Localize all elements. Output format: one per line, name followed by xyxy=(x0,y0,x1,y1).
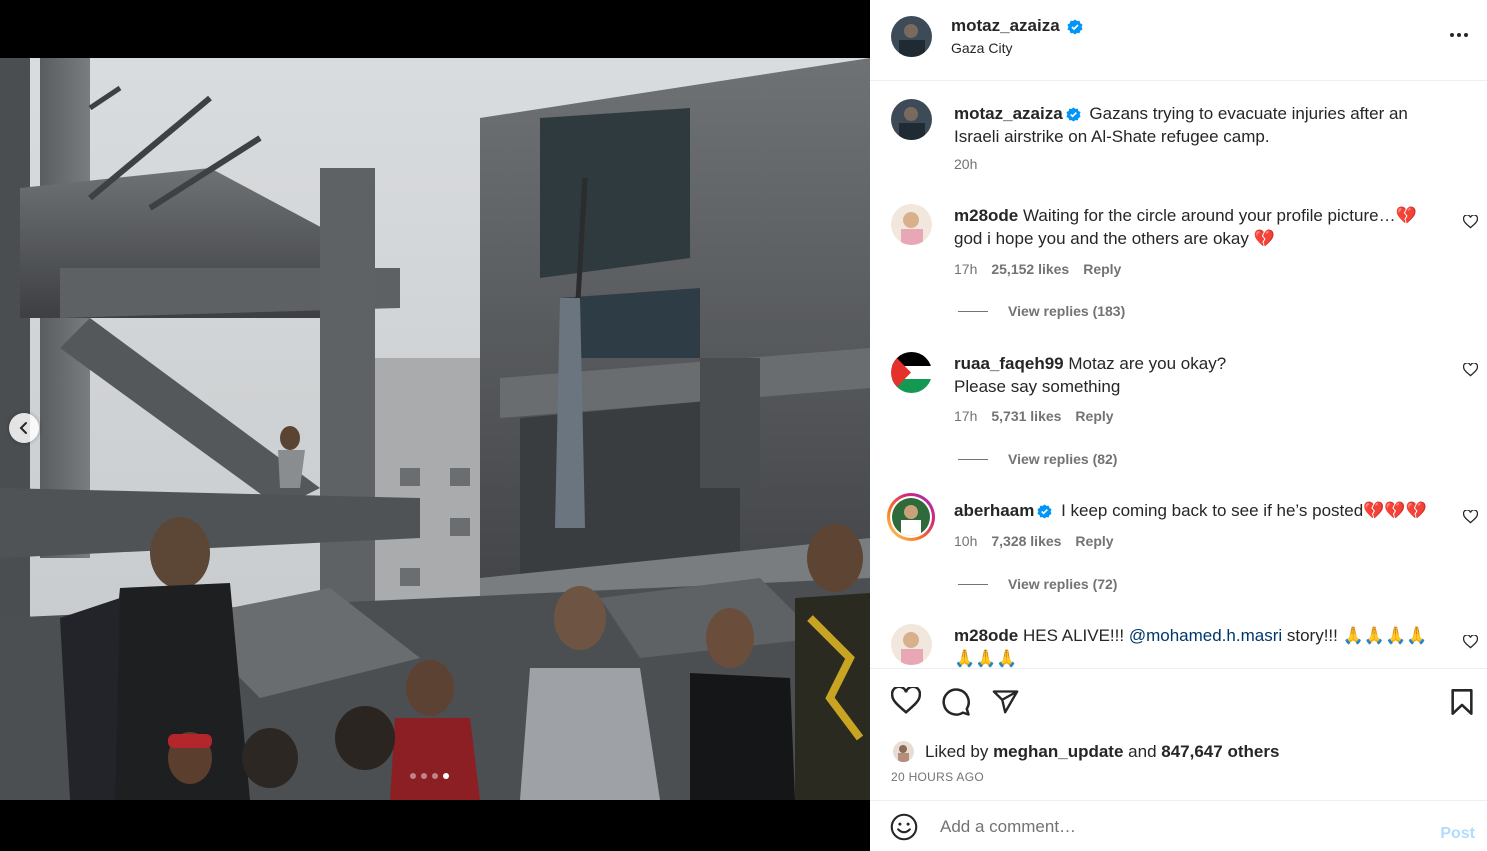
verified-badge-icon xyxy=(1067,19,1083,35)
comment-text-suffix: story!!! 🙏🙏🙏🙏 xyxy=(1286,626,1428,645)
comment-like-heart-icon[interactable] xyxy=(1463,215,1478,229)
comment-username[interactable]: m28ode xyxy=(954,626,1018,645)
carousel-dot-active xyxy=(443,773,449,779)
comment-likes[interactable]: 5,731 likes xyxy=(991,408,1061,424)
comment-text-line2: god i hope you and the others are okay 💔 xyxy=(954,229,1275,248)
caption-username[interactable]: motaz_azaiza xyxy=(954,104,1063,123)
palestine-flag-avatar xyxy=(891,352,932,393)
comment-time[interactable]: 17h xyxy=(954,261,977,277)
post-comment-button[interactable]: Post xyxy=(1440,825,1475,843)
commenter-avatar[interactable] xyxy=(891,352,932,393)
author-avatar[interactable] xyxy=(891,16,932,57)
view-replies-button[interactable]: View replies (183) xyxy=(958,303,1125,319)
comment-like-heart-icon[interactable] xyxy=(1463,635,1478,649)
post-location[interactable]: Gaza City xyxy=(951,40,1012,56)
likes-count[interactable]: 847,647 others xyxy=(1161,742,1279,761)
chevron-left-icon xyxy=(19,422,27,434)
post-header: motaz_azaiza Gaza City xyxy=(870,0,1487,81)
post-photo xyxy=(0,58,870,800)
reply-button[interactable]: Reply xyxy=(1083,261,1121,277)
carousel-dot xyxy=(410,773,416,779)
comment-text: Waiting for the circle around your profi… xyxy=(1022,206,1417,225)
comment-likes[interactable]: 25,152 likes xyxy=(991,261,1069,277)
comment-input[interactable] xyxy=(940,815,1400,839)
view-replies-button[interactable]: View replies (82) xyxy=(958,451,1117,467)
post-media xyxy=(0,0,870,851)
view-replies-button[interactable]: View replies (72) xyxy=(958,576,1117,592)
liker-username[interactable]: meghan_update xyxy=(993,742,1123,761)
bookmark-icon[interactable] xyxy=(1449,688,1475,716)
liker-avatar[interactable] xyxy=(893,741,914,762)
verified-badge-icon xyxy=(1037,504,1052,519)
likes-summary[interactable]: Liked by meghan_update and 847,647 other… xyxy=(925,742,1279,762)
carousel-indicator xyxy=(410,773,449,779)
more-options-icon xyxy=(1450,33,1468,37)
comment-time[interactable]: 17h xyxy=(954,408,977,424)
comment-mention-link[interactable]: @mohamed.h.masri xyxy=(1129,626,1282,645)
comment-icon[interactable] xyxy=(941,687,971,717)
comment-text-line2: 🙏🙏🙏 xyxy=(954,649,1018,668)
post-timestamp[interactable]: 20 HOURS AGO xyxy=(891,770,984,784)
caption-time[interactable]: 20h xyxy=(954,156,977,172)
comment-text: HES ALIVE!!! xyxy=(1022,626,1125,645)
post-side-panel: motaz_azaiza Gaza City motaz_azaiza Gaza… xyxy=(870,0,1487,851)
more-options-button[interactable] xyxy=(1449,27,1469,48)
comment-username[interactable]: m28ode xyxy=(954,206,1018,225)
add-comment-bar: Post xyxy=(870,800,1487,851)
commenter-avatar[interactable] xyxy=(891,624,932,665)
author-username[interactable]: motaz_azaiza xyxy=(951,16,1060,35)
comment-username[interactable]: aberhaam xyxy=(954,501,1034,520)
reply-button[interactable]: Reply xyxy=(1075,408,1113,424)
comment-time[interactable]: 10h xyxy=(954,533,977,549)
comment-text: Motaz are you okay? xyxy=(1068,354,1227,373)
reply-button[interactable]: Reply xyxy=(1075,533,1113,549)
share-icon[interactable] xyxy=(991,688,1020,716)
comments-list[interactable]: motaz_azaiza Gazans trying to evacuate i… xyxy=(870,81,1487,668)
destroyed-buildings-photo xyxy=(0,58,870,800)
comment-like-heart-icon[interactable] xyxy=(1463,363,1478,377)
caption-avatar[interactable] xyxy=(891,99,932,140)
comment-text-line2: Please say something xyxy=(954,377,1121,396)
commenter-avatar[interactable] xyxy=(891,204,932,245)
comment-text: I keep coming back to see if he’s posted… xyxy=(1061,501,1427,520)
carousel-dot xyxy=(432,773,438,779)
comment-like-heart-icon[interactable] xyxy=(1463,510,1478,524)
heart-icon[interactable] xyxy=(891,687,921,715)
emoji-icon[interactable] xyxy=(890,813,918,841)
carousel-dot xyxy=(421,773,427,779)
comment-username[interactable]: ruaa_faqeh99 xyxy=(954,354,1064,373)
verified-badge-icon xyxy=(1066,107,1081,122)
commenter-avatar-story-ring[interactable] xyxy=(887,493,935,541)
comment-likes[interactable]: 7,328 likes xyxy=(991,533,1061,549)
previous-slide-button[interactable] xyxy=(9,413,39,443)
